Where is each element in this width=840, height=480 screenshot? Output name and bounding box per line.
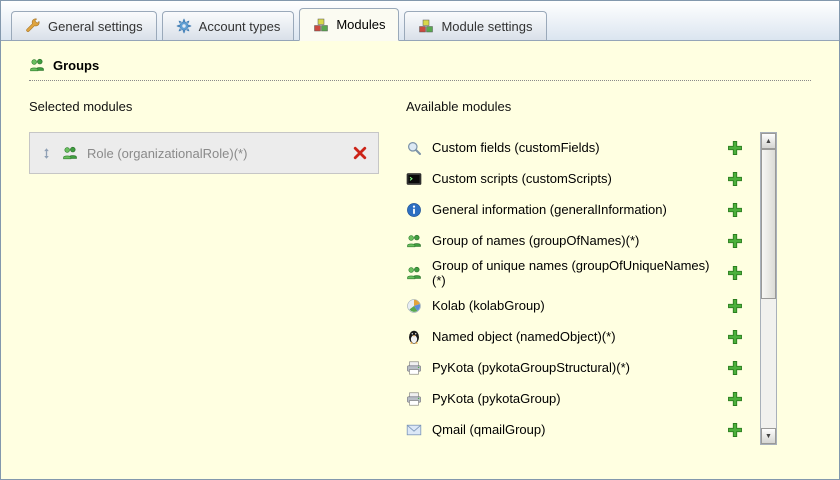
add-module-button[interactable] (727, 265, 743, 281)
tab-label: Modules (336, 17, 386, 32)
printer-icon (406, 360, 422, 376)
available-module-label: Kolab (kolabGroup) (432, 298, 545, 313)
add-plus-icon (727, 329, 743, 345)
vertical-scrollbar[interactable]: ▲ ▼ (760, 132, 777, 445)
drag-handle-icon (40, 147, 53, 160)
remove-module-button[interactable] (352, 145, 368, 161)
modules-icon (418, 18, 434, 34)
available-module-row: PyKota (pykotaGroup) (406, 383, 756, 414)
selected-module-label: Role (organizationalRole)(*) (87, 145, 248, 161)
mail-icon (406, 422, 422, 438)
group-icon (62, 145, 78, 161)
tab-label: Account types (198, 18, 281, 34)
add-module-button[interactable] (727, 171, 743, 187)
add-plus-icon (727, 391, 743, 407)
group-icon (29, 57, 45, 73)
available-module-label: Qmail (qmailGroup) (432, 422, 546, 437)
available-module-label: Custom scripts (customScripts) (432, 171, 612, 186)
tab-module-settings[interactable]: Module settings (404, 11, 547, 40)
add-module-button[interactable] (727, 202, 743, 218)
selected-modules-box: Role (organizationalRole)(*) (29, 132, 379, 174)
add-module-button[interactable] (727, 360, 743, 376)
module-columns: Selected modules Role (organizationalRol… (29, 99, 811, 445)
add-plus-icon (727, 171, 743, 187)
modules-tab-content: Groups Selected modules Role (organizati… (1, 41, 839, 445)
tab-modules[interactable]: Modules (299, 8, 400, 41)
scroll-down-button[interactable]: ▼ (761, 428, 776, 444)
tab-general-settings[interactable]: General settings (11, 11, 157, 40)
tab-label: Module settings (441, 18, 533, 34)
kolab-icon (406, 298, 422, 314)
add-module-button[interactable] (727, 329, 743, 345)
printer-icon (406, 391, 422, 407)
available-module-row: Group of names (groupOfNames)(*) (406, 225, 756, 256)
available-module-label: PyKota (pykotaGroup) (432, 391, 561, 406)
available-module-row: Named object (namedObject)(*) (406, 321, 756, 352)
scrollbar-track[interactable] (761, 149, 776, 428)
available-module-label: PyKota (pykotaGroupStructural)(*) (432, 360, 630, 375)
available-module-row: Custom scripts (customScripts) (406, 163, 756, 194)
add-module-button[interactable] (727, 298, 743, 314)
available-module-row: Kolab (kolabGroup) (406, 290, 756, 321)
available-module-label: General information (generalInformation) (432, 202, 667, 217)
available-module-label: Group of unique names (groupOfUniqueName… (432, 258, 710, 288)
tab-label: General settings (48, 18, 143, 34)
add-plus-icon (727, 360, 743, 376)
gears-icon (176, 18, 192, 34)
scrollbar-thumb[interactable] (761, 149, 776, 299)
info-icon (406, 202, 422, 218)
available-module-label: Named object (namedObject)(*) (432, 329, 616, 344)
selected-modules-heading: Selected modules (29, 99, 133, 114)
tab-account-types[interactable]: Account types (161, 11, 295, 40)
add-module-button[interactable] (727, 233, 743, 249)
add-plus-icon (727, 265, 743, 281)
available-module-row: Custom fields (customFields) (406, 132, 756, 163)
add-plus-icon (727, 422, 743, 438)
available-modules-list: Custom fields (customFields) Custom scri… (406, 132, 756, 445)
terminal-icon (406, 171, 422, 187)
group-icon (406, 233, 422, 249)
available-modules-column: Available modules Custom fields (customF… (406, 99, 777, 445)
penguin-icon (406, 329, 422, 345)
available-modules-area: Custom fields (customFields) Custom scri… (406, 132, 777, 445)
add-plus-icon (727, 140, 743, 156)
section-title: Groups (53, 57, 100, 73)
tab-bar: General settings Account types Modules M… (1, 1, 839, 41)
magnifier-icon (406, 140, 422, 156)
wrench-icon (25, 18, 41, 34)
add-plus-icon (727, 202, 743, 218)
available-module-label: Group of names (groupOfNames)(*) (432, 233, 640, 248)
group-icon (406, 265, 422, 281)
available-module-row: General information (generalInformation) (406, 194, 756, 225)
add-module-button[interactable] (727, 391, 743, 407)
scroll-up-button[interactable]: ▲ (761, 133, 776, 149)
available-module-row: Qmail (qmailGroup) (406, 414, 756, 445)
add-plus-icon (727, 298, 743, 314)
selected-modules-column: Selected modules Role (organizationalRol… (29, 99, 379, 445)
add-module-button[interactable] (727, 422, 743, 438)
available-modules-heading: Available modules (406, 99, 512, 114)
add-module-button[interactable] (727, 140, 743, 156)
available-module-row: Group of unique names (groupOfUniqueName… (406, 256, 756, 290)
section-heading-groups: Groups (29, 57, 811, 81)
selected-module-row: Role (organizationalRole)(*) (36, 138, 372, 168)
available-module-row: PyKota (pykotaGroupStructural)(*) (406, 352, 756, 383)
lam-config-window: General settings Account types Modules M… (0, 0, 840, 480)
drag-handle[interactable] (40, 147, 53, 160)
modules-icon (313, 17, 329, 33)
available-module-label: Custom fields (customFields) (432, 140, 600, 155)
delete-x-icon (352, 145, 368, 161)
add-plus-icon (727, 233, 743, 249)
